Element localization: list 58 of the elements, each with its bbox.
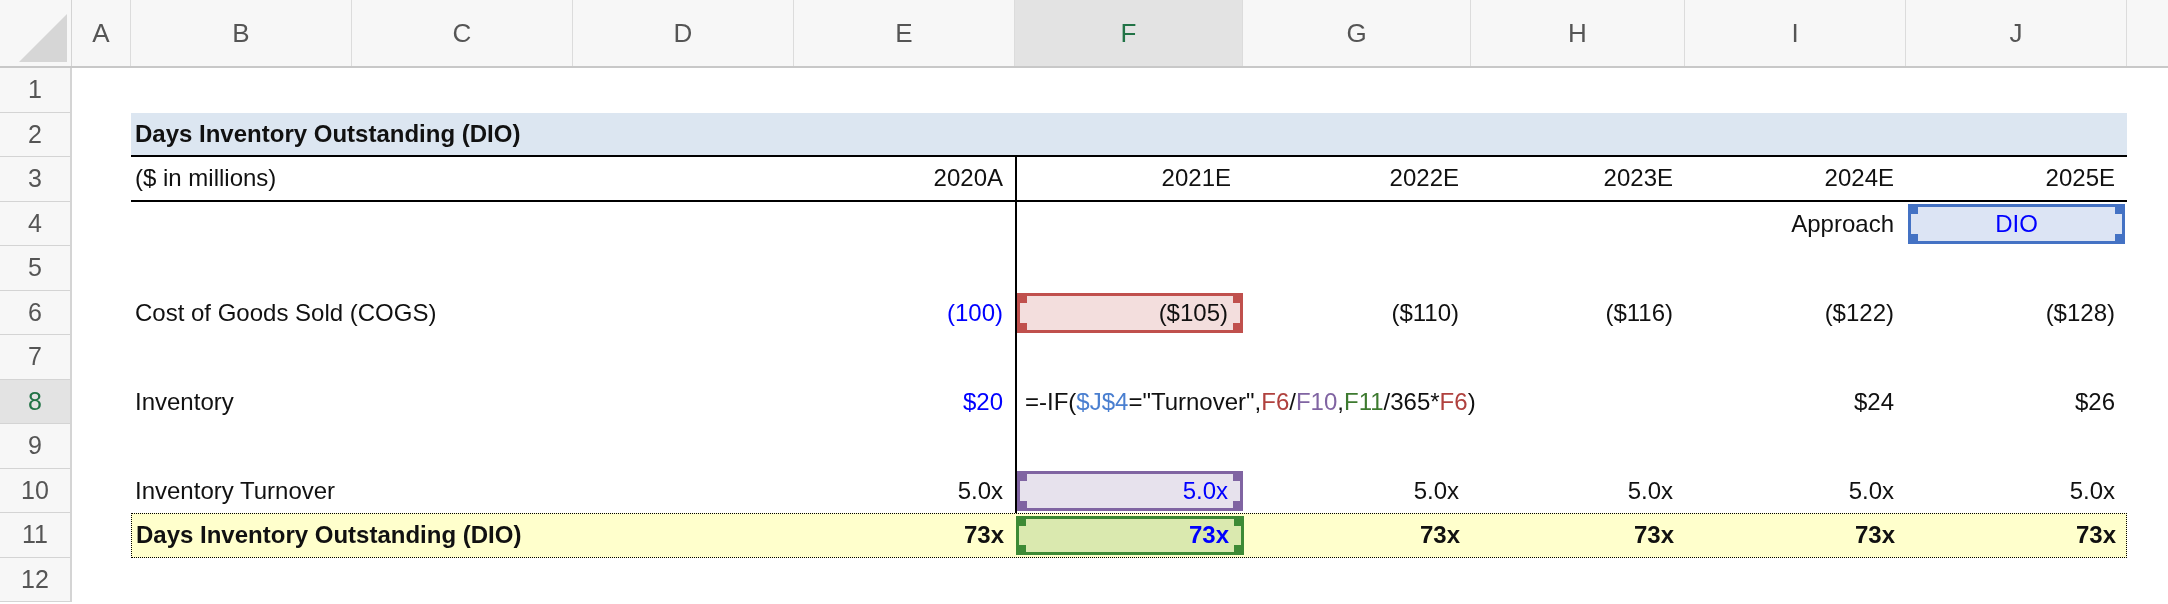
- approach-label: Approach: [1791, 208, 1894, 239]
- units-label: ($ in millions): [135, 163, 277, 194]
- column-header[interactable]: C: [352, 0, 573, 66]
- table-cell-text: 2024E: [1824, 163, 1894, 194]
- column-header[interactable]: F: [1015, 0, 1243, 66]
- row-header[interactable]: 6: [0, 290, 72, 335]
- table-cell-text: 2025E: [2045, 163, 2115, 194]
- row-header[interactable]: 10: [0, 468, 72, 513]
- table-cell-text: (100): [946, 297, 1003, 328]
- row-header[interactable]: 1: [0, 68, 72, 113]
- table-cell-text: ($128): [2045, 297, 2115, 328]
- row-header[interactable]: 4: [0, 201, 72, 246]
- table-cell-text: 2021E: [1161, 163, 1231, 194]
- table-cell-text: 5.0x: [1848, 475, 1894, 506]
- table-cell-text: $24: [1853, 386, 1894, 417]
- column-header[interactable]: I: [1685, 0, 1906, 66]
- row-header[interactable]: 8: [0, 379, 72, 424]
- table-cell-text: 2020A: [933, 163, 1003, 194]
- column-header[interactable]: A: [72, 0, 131, 66]
- column-header[interactable]: D: [573, 0, 794, 66]
- table-cell-text: $26: [2074, 386, 2115, 417]
- table-cell-text: 5.0x: [1413, 475, 1459, 506]
- table-cell-text: $20: [962, 386, 1003, 417]
- row-label: Inventory Turnover: [135, 475, 336, 506]
- row-header[interactable]: 11: [0, 513, 72, 558]
- table-cell-text: 5.0x: [2069, 475, 2115, 506]
- row-header[interactable]: 2: [0, 112, 72, 157]
- table-cell-text: 73x: [1633, 520, 1674, 551]
- table-cell-text: ($122): [1824, 297, 1894, 328]
- table-cell-text: ($110): [1391, 297, 1459, 328]
- table-cell-text: 2022E: [1389, 163, 1459, 194]
- column-header[interactable]: H: [1471, 0, 1685, 66]
- formula-text: =-IF($J$4="Turnover",F6/F10,F11/365*F6): [1025, 386, 1476, 417]
- column-header[interactable]: J: [1906, 0, 2127, 66]
- column-header[interactable]: G: [1243, 0, 1471, 66]
- row-label: Inventory: [135, 386, 234, 417]
- table-cell-text: 2023E: [1603, 163, 1673, 194]
- row-header[interactable]: 5: [0, 246, 72, 291]
- row-header[interactable]: 3: [0, 157, 72, 202]
- title-band: Days Inventory Outstanding (DIO): [131, 112, 2127, 157]
- column-header[interactable]: B: [131, 0, 352, 66]
- selected-cell[interactable]: 73x: [1016, 516, 1244, 555]
- table-cell-text: 5.0x: [1627, 475, 1673, 506]
- selected-cell[interactable]: ($105): [1017, 292, 1243, 333]
- row-header[interactable]: 9: [0, 424, 72, 469]
- table-cell-text: 73x: [963, 520, 1004, 551]
- table-cell-text: 5.0x: [957, 475, 1003, 506]
- row-label: Cost of Goods Sold (COGS): [135, 297, 437, 328]
- table-cell-text: 73x: [1419, 520, 1460, 551]
- table-cell-text: 73x: [2075, 520, 2116, 551]
- row-header[interactable]: 12: [0, 557, 72, 602]
- selected-cell[interactable]: 5.0x: [1017, 470, 1243, 511]
- corner-triangle-icon: [19, 14, 67, 62]
- approach-field[interactable]: DIO: [1908, 203, 2125, 244]
- table-cell-text: 73x: [1854, 520, 1895, 551]
- table-cell-text: ($116): [1605, 297, 1673, 328]
- row-label: Days Inventory Outstanding (DIO): [136, 520, 522, 551]
- row-header[interactable]: 7: [0, 335, 72, 380]
